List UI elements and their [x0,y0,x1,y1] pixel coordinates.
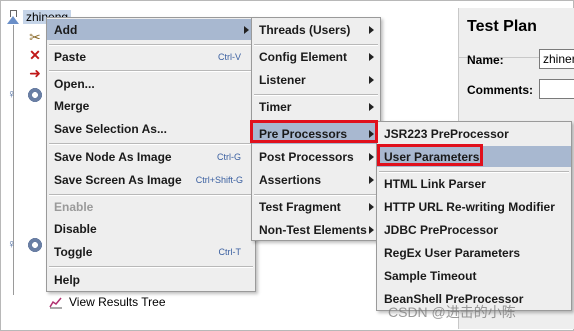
menu-item-toggle[interactable]: Toggle Ctrl-T [47,241,255,262]
menu-item-merge[interactable]: Merge [47,95,255,116]
menu-item-help[interactable]: Help [47,269,255,290]
wrench-icon: ✂ [29,29,41,45]
menu-item-paste[interactable]: Paste Ctrl-V [47,46,255,67]
annotation-box-pre-processors [250,120,378,143]
menu-item-save-node-image[interactable]: Save Node As Image Ctrl-G [47,146,255,167]
menu-item-sample-timeout[interactable]: Sample Timeout [377,265,571,286]
chevron-right-icon [369,175,374,184]
tree-connector-line [13,25,14,295]
pin-icon: ♀ [7,87,16,101]
menu-item-jsr223-preprocessor[interactable]: JSR223 PreProcessor [377,123,571,144]
menu-item-non-test-elements[interactable]: Non-Test Elements [252,219,380,240]
test-plan-icon [7,10,19,24]
chevron-right-icon [369,202,374,211]
menu-separator [49,266,253,268]
gear-icon-2 [27,237,43,253]
tree-item-view-results-tree[interactable]: View Results Tree [49,293,166,311]
menu-item-threads[interactable]: Threads (Users) [252,19,380,40]
menu-item-jdbc-preprocessor[interactable]: JDBC PreProcessor [377,219,571,240]
chevron-right-icon [369,52,374,61]
menu-item-open[interactable]: Open... [47,73,255,94]
chevron-right-icon [369,25,374,34]
menu-item-enable: Enable [54,199,94,214]
menu-item-timer[interactable]: Timer [252,96,380,117]
menu-item-assertions[interactable]: Assertions [252,169,380,190]
menu-item-test-fragment[interactable]: Test Fragment [252,196,380,217]
menu-item-post-processors[interactable]: Post Processors [252,146,380,167]
watermark-text: CSDN @进击的小陈 [388,304,516,320]
menu-separator [49,70,253,72]
comments-label: Comments: [467,83,534,97]
annotation-box-user-parameters [377,144,483,166]
name-label: Name: [467,53,504,67]
menu-item-save-screen-image[interactable]: Save Screen As Image Ctrl+Shift-G [47,169,255,190]
menu-item-listener[interactable]: Listener [252,69,380,90]
menu-item-regex-user-parameters[interactable]: RegEx User Parameters [377,242,571,263]
tree-item-label: View Results Tree [69,295,166,309]
menu-item-save-selection[interactable]: Save Selection As... [47,118,255,139]
menu-item-http-url-rewriting[interactable]: HTTP URL Re-writing Modifier [377,196,571,217]
chevron-right-icon [369,75,374,84]
chevron-right-icon [369,152,374,161]
panel-title: Test Plan [467,18,537,35]
chevron-right-icon [244,25,249,34]
comments-field[interactable] [539,79,574,99]
close-icon: ✕ [29,47,41,63]
menu-item-add[interactable]: Add [47,19,255,40]
chevron-right-icon [369,102,374,111]
pin-icon-2: ♀ [7,237,16,251]
name-field[interactable]: zhiner [539,49,574,69]
menu-item-disable[interactable]: Disable [47,218,255,239]
gear-icon [27,87,43,103]
menu-separator [49,143,253,145]
menu-item-html-link-parser[interactable]: HTML Link Parser [377,173,571,194]
menu-item-config-element[interactable]: Config Element [252,46,380,67]
context-menu: Add Paste Ctrl-V Open... Merge Save Selec… [46,17,256,292]
chevron-right-icon [369,225,374,234]
arrow-in-icon: ➜ [29,65,41,81]
chart-icon [49,297,62,309]
